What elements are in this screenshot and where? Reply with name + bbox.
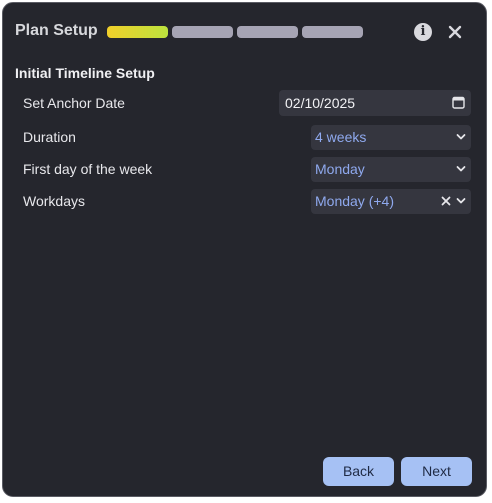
duration-select[interactable]: 4 weeks xyxy=(311,125,471,150)
first-day-label: First day of the week xyxy=(23,161,153,177)
workdays-label: Workdays xyxy=(23,193,85,209)
dialog-title: Plan Setup xyxy=(15,22,98,39)
duration-label: Duration xyxy=(23,129,76,145)
progress-step-3 xyxy=(237,26,298,38)
back-button[interactable]: Back xyxy=(323,457,394,486)
clear-icon[interactable] xyxy=(441,196,451,206)
anchor-date-value: 02/10/2025 xyxy=(285,95,356,111)
calendar-icon[interactable] xyxy=(452,96,465,109)
section-title: Initial Timeline Setup xyxy=(15,65,155,81)
chevron-down-icon xyxy=(456,134,466,140)
chevron-down-icon xyxy=(456,198,466,204)
info-icon[interactable]: i xyxy=(414,23,432,41)
duration-value: 4 weeks xyxy=(315,129,367,145)
first-day-select[interactable]: Monday xyxy=(311,157,471,182)
chevron-down-icon xyxy=(456,166,466,172)
close-icon[interactable] xyxy=(447,24,463,40)
workdays-select[interactable]: Monday (+4) xyxy=(311,189,471,214)
workdays-value: Monday (+4) xyxy=(315,193,394,209)
progress-step-4 xyxy=(302,26,363,38)
first-day-value: Monday xyxy=(315,161,365,177)
next-button[interactable]: Next xyxy=(401,457,472,486)
progress-step-2 xyxy=(172,26,233,38)
anchor-date-label: Set Anchor Date xyxy=(23,95,125,111)
progress-step-1-active xyxy=(107,26,168,38)
plan-setup-dialog: Plan Setup i Initial Timeline Setup Set … xyxy=(2,2,487,497)
anchor-date-input[interactable]: 02/10/2025 xyxy=(279,90,471,116)
